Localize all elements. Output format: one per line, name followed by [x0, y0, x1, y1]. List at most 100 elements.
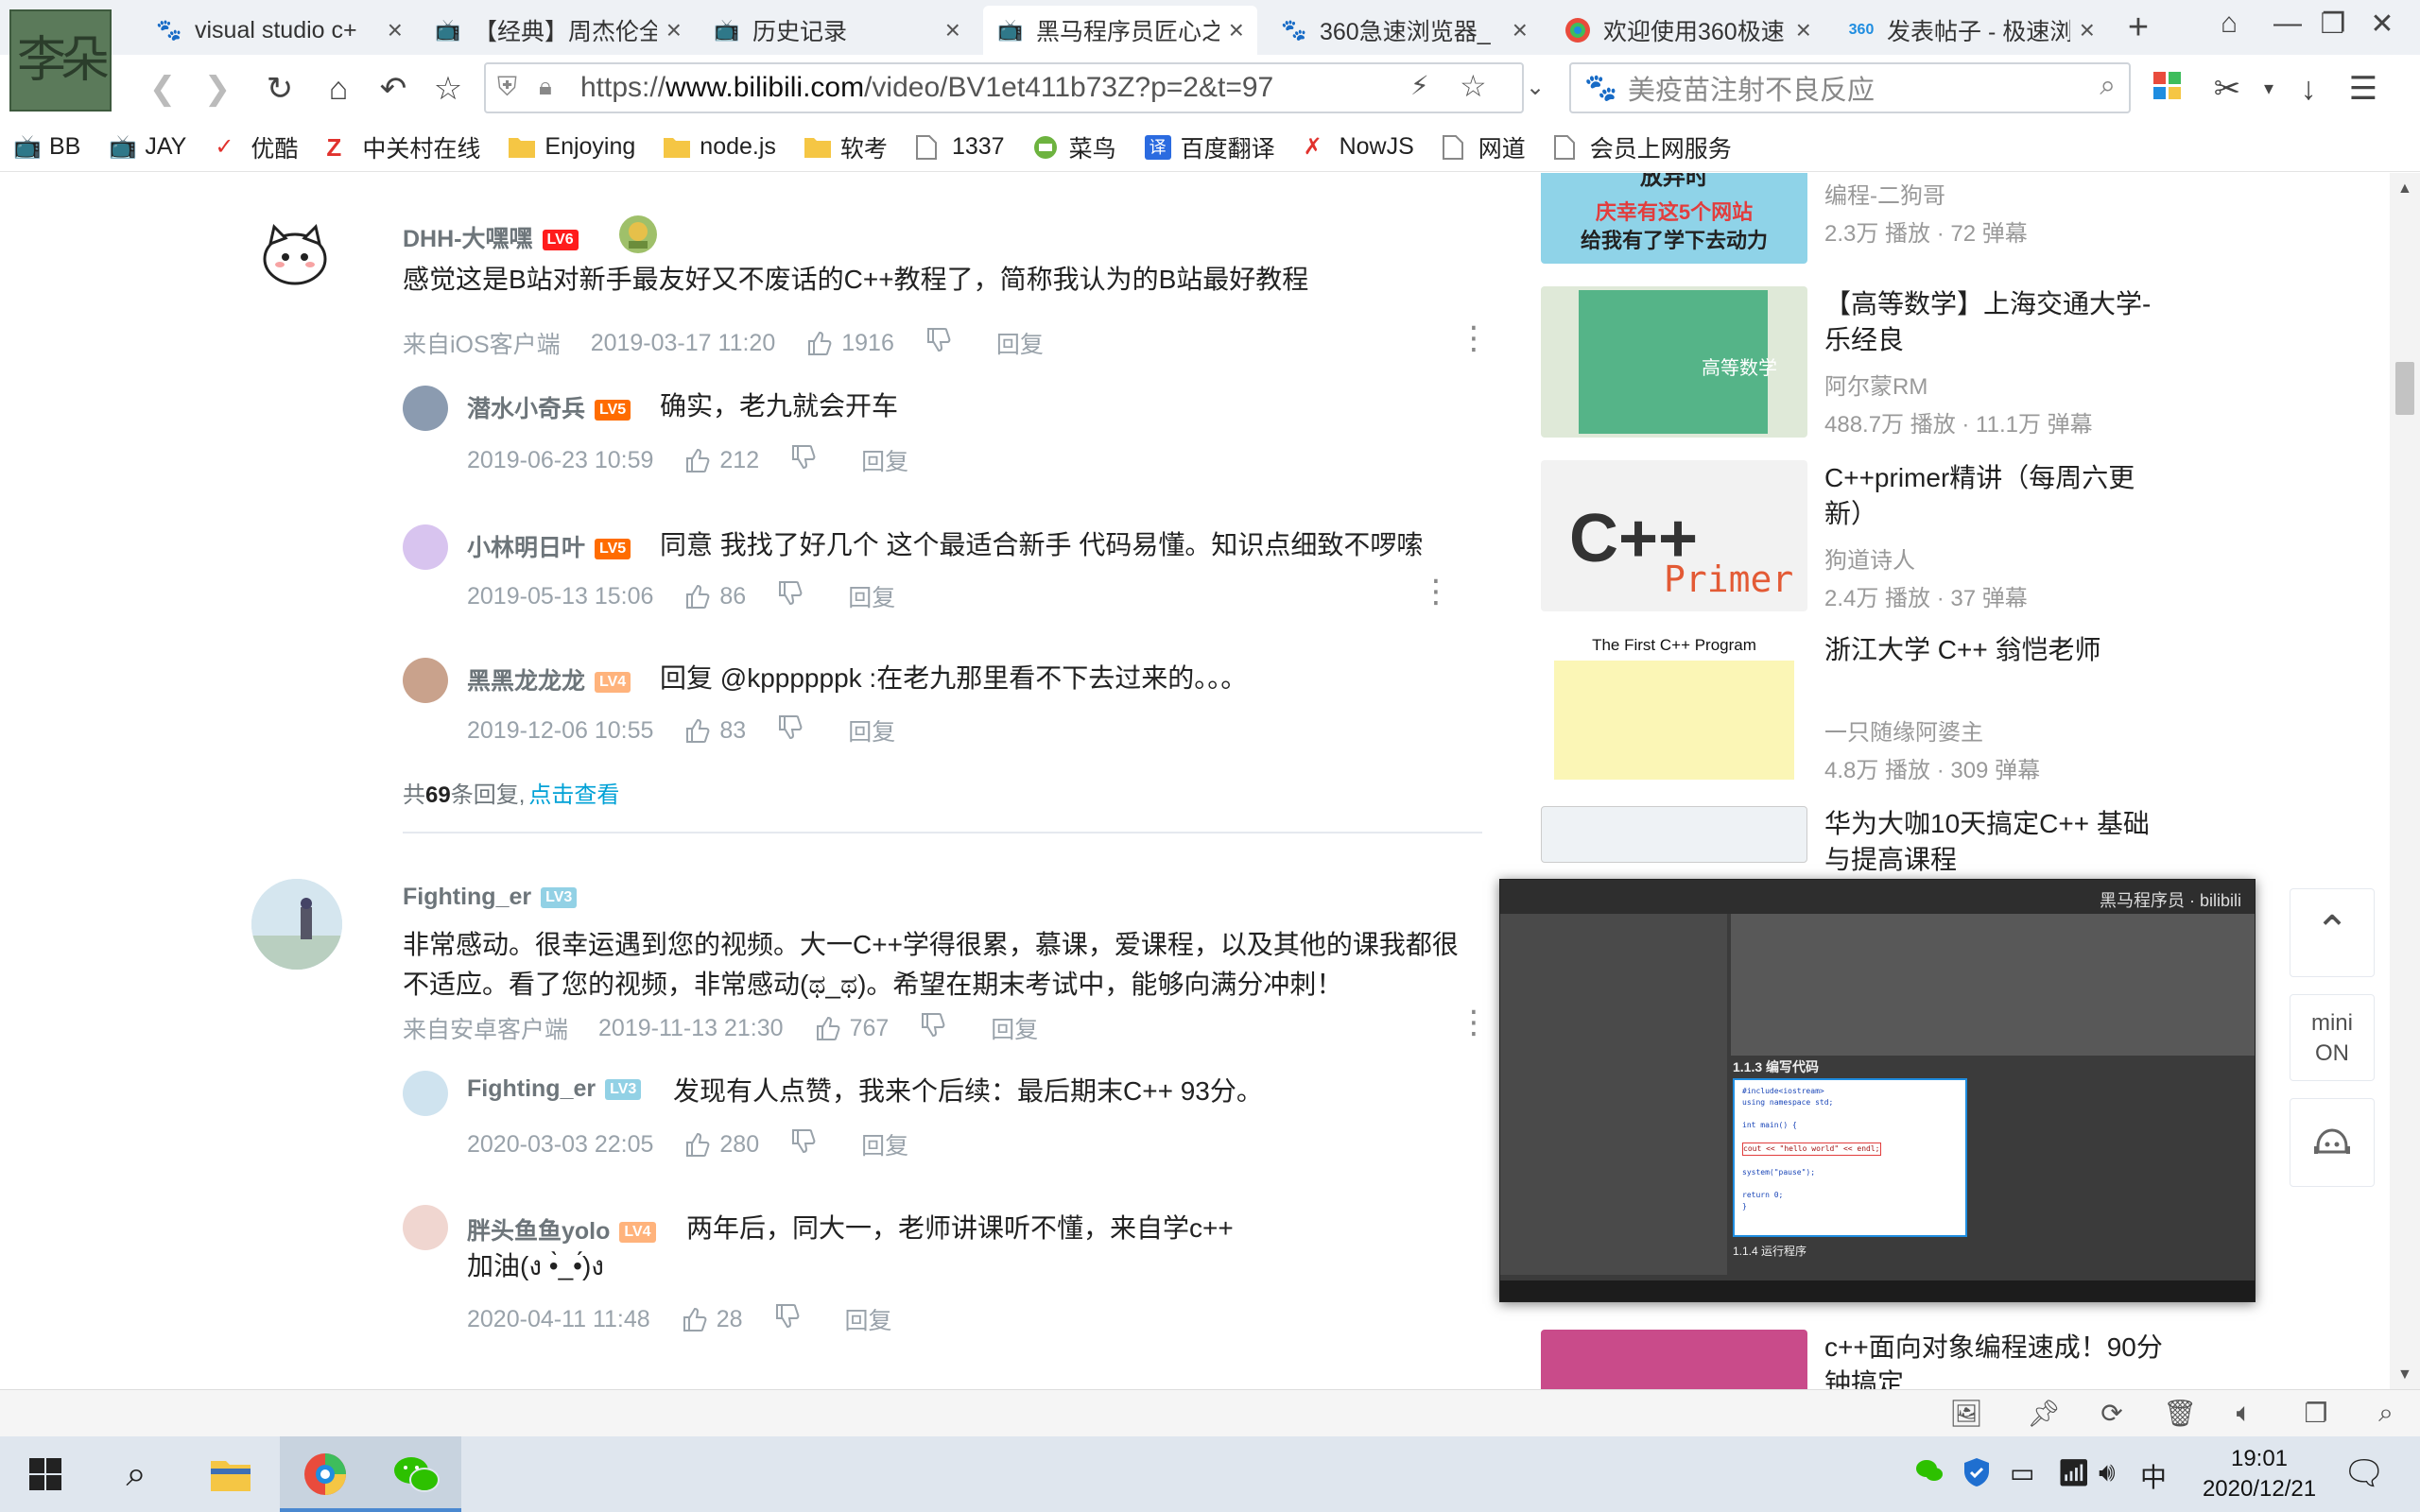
customer-service-icon[interactable]: [2290, 1098, 2375, 1187]
dislike-button[interactable]: [776, 580, 803, 613]
bookmark-member-service[interactable]: 会员上网服务: [1553, 130, 1732, 164]
home-icon[interactable]: ⌂: [318, 68, 359, 110]
video-title[interactable]: c++面向对象编程速成！90分钟搞定: [1824, 1330, 2165, 1389]
close-icon[interactable]: ×: [945, 15, 960, 45]
avatar[interactable]: [403, 524, 448, 570]
maximize-icon[interactable]: ❐: [2314, 8, 2352, 41]
mini-player[interactable]: 黑马程序员 · bilibili 1.1.3 编写代码 #include<ios…: [1499, 879, 2256, 1302]
page-scrollbar[interactable]: ▲ ▼: [2390, 173, 2420, 1389]
video-thumbnail[interactable]: C++ Primer: [1541, 460, 1807, 611]
reply-username[interactable]: 潜水小奇兵 LV5: [467, 390, 631, 424]
tab-history[interactable]: 📺 历史记录 ×: [700, 6, 974, 55]
view-all-replies-link[interactable]: 点击查看: [528, 782, 619, 808]
apps-grid-icon[interactable]: [2153, 72, 2182, 100]
trash-icon[interactable]: 🗑︎: [2163, 1398, 2197, 1430]
like-button[interactable]: 280: [683, 1131, 759, 1159]
reply-button[interactable]: 回复: [848, 579, 895, 613]
recommended-video[interactable]: c++面向对象编程速成！90分钟搞定: [1541, 1330, 2373, 1389]
close-window-icon[interactable]: ✕: [2363, 8, 2401, 41]
more-options-icon[interactable]: ⋮: [1420, 576, 1452, 608]
reply-username[interactable]: 黑黑龙龙龙 LV4: [467, 662, 631, 696]
dislike-button[interactable]: [919, 1012, 945, 1045]
video-uploader[interactable]: 一只随缘阿婆主: [1824, 713, 1983, 747]
video-title[interactable]: 【高等数学】上海交通大学-乐经良: [1824, 286, 2165, 358]
system-clock[interactable]: 19:01 2020/12/21: [2193, 1444, 2325, 1504]
scroll-down-icon[interactable]: ▼: [2397, 1366, 2412, 1383]
bookmark-runoob[interactable]: 菜鸟: [1033, 130, 1116, 164]
tab-visual-studio[interactable]: 🐾 visual studio c+ ×: [142, 6, 416, 55]
recommended-video[interactable]: C++ Primer C++primer精讲（每周六更新） 狗道诗人 2.4万 …: [1541, 460, 2373, 621]
reply-button[interactable]: 回复: [861, 1127, 908, 1161]
security-shield-icon[interactable]: [1962, 1457, 1991, 1494]
download-icon[interactable]: ↓: [2288, 68, 2329, 110]
close-icon[interactable]: ×: [2080, 15, 2095, 45]
dislike-button[interactable]: [789, 444, 816, 477]
bookmark-youku[interactable]: ✓ 优酷: [215, 130, 298, 164]
url-bar[interactable]: ⛨ 🔒︎ https://www.bilibili.com/video/BV1e…: [484, 62, 1524, 113]
lightning-icon[interactable]: ⚡: [1410, 70, 1429, 101]
wechat-tray-icon[interactable]: [1915, 1457, 1944, 1490]
tab-360-browser[interactable]: 🐾 360急速浏览器_ ×: [1267, 6, 1541, 55]
minimize-icon[interactable]: —: [2269, 8, 2307, 40]
bookmark-enjoying[interactable]: Enjoying: [509, 133, 635, 161]
tab-jay[interactable]: 📺 【经典】周杰伦全 ×: [421, 6, 695, 55]
avatar[interactable]: [403, 658, 448, 703]
bookmark-zol[interactable]: Z 中关村在线: [326, 130, 480, 164]
avatar[interactable]: [403, 386, 448, 431]
avatar[interactable]: [403, 1205, 448, 1250]
search-icon[interactable]: ⌕: [91, 1436, 182, 1512]
video-thumbnail[interactable]: The First C++ Program: [1541, 632, 1807, 783]
user-avatar[interactable]: 李朵: [9, 9, 112, 112]
url-dropdown-icon[interactable]: ⌄: [1526, 74, 1545, 101]
video-thumbnail[interactable]: [1541, 1330, 1807, 1389]
reply-button[interactable]: 回复: [996, 326, 1044, 360]
avatar[interactable]: [257, 215, 333, 291]
volume-icon[interactable]: 🔈︎: [2227, 1398, 2261, 1430]
dislike-button[interactable]: [925, 327, 951, 360]
avatar[interactable]: [403, 1071, 448, 1116]
bookmark-wangdao[interactable]: 网道: [1442, 130, 1526, 164]
reply-button[interactable]: 回复: [845, 1302, 892, 1336]
tab-heima-active[interactable]: 📺 黑马程序员匠心之 ×: [983, 6, 1257, 55]
windows-start-icon[interactable]: [0, 1436, 91, 1512]
comment-username[interactable]: Fighting_er LV3: [403, 884, 578, 911]
forward-icon[interactable]: ❯: [197, 68, 238, 110]
search-icon[interactable]: ⌕: [2100, 70, 2116, 102]
like-button[interactable]: 83: [683, 717, 746, 745]
mini-player-toggle[interactable]: mini ON: [2290, 994, 2375, 1081]
bookmark-1337[interactable]: 1337: [915, 133, 1005, 161]
favorite-star-icon[interactable]: ☆: [1460, 68, 1487, 104]
close-icon[interactable]: ×: [388, 15, 403, 45]
reply-button[interactable]: 回复: [848, 713, 895, 747]
dislike-button[interactable]: [776, 714, 803, 747]
like-button[interactable]: 28: [681, 1306, 743, 1333]
speedup-icon[interactable]: ⟳: [2095, 1398, 2129, 1430]
reply-button[interactable]: 回复: [991, 1011, 1038, 1045]
undo-close-icon[interactable]: ↶: [372, 68, 414, 110]
close-icon[interactable]: ×: [1229, 15, 1244, 45]
scrollbar-thumb[interactable]: [2395, 362, 2414, 415]
like-button[interactable]: 212: [683, 447, 759, 474]
avatar[interactable]: [251, 879, 342, 970]
close-icon[interactable]: ×: [1512, 15, 1528, 45]
taskbar-wechat-icon[interactable]: [371, 1436, 461, 1512]
refresh-icon[interactable]: ↻: [259, 68, 301, 110]
bookmark-jay[interactable]: 📺 JAY: [109, 133, 186, 161]
speaker-icon[interactable]: 🔊︎: [2099, 1457, 2116, 1488]
recommended-video[interactable]: 放弃时 庆幸有这5个网站 给我有了学下去动力 编程-二狗哥 2.3万 播放 · …: [1541, 173, 2373, 267]
like-button[interactable]: 1916: [805, 330, 894, 357]
reply-username[interactable]: 胖头鱼鱼yolo LV4: [467, 1212, 656, 1246]
bookmark-nowjs[interactable]: ✗ NowJS: [1304, 133, 1414, 161]
image-icon[interactable]: 🖼︎: [1949, 1398, 1983, 1430]
like-button[interactable]: 86: [683, 583, 746, 610]
dislike-button[interactable]: [789, 1128, 816, 1161]
recommended-video[interactable]: 高等数学 【高等数学】上海交通大学-乐经良 阿尔蒙RM 488.7万 播放 · …: [1541, 286, 2373, 447]
new-tab-button[interactable]: +: [2119, 8, 2157, 48]
ime-indicator[interactable]: 中: [2140, 1457, 2167, 1495]
scissors-icon[interactable]: ✂: [2206, 68, 2248, 110]
video-uploader[interactable]: 狗道诗人: [1824, 541, 1915, 575]
more-options-icon[interactable]: ⋮: [1458, 1006, 1490, 1039]
taskbar-360-browser-icon[interactable]: [280, 1436, 371, 1512]
video-title[interactable]: 华为大咖10天搞定C++ 基础与提高课程: [1824, 806, 2165, 878]
battery-icon[interactable]: ▭: [2010, 1457, 2034, 1488]
